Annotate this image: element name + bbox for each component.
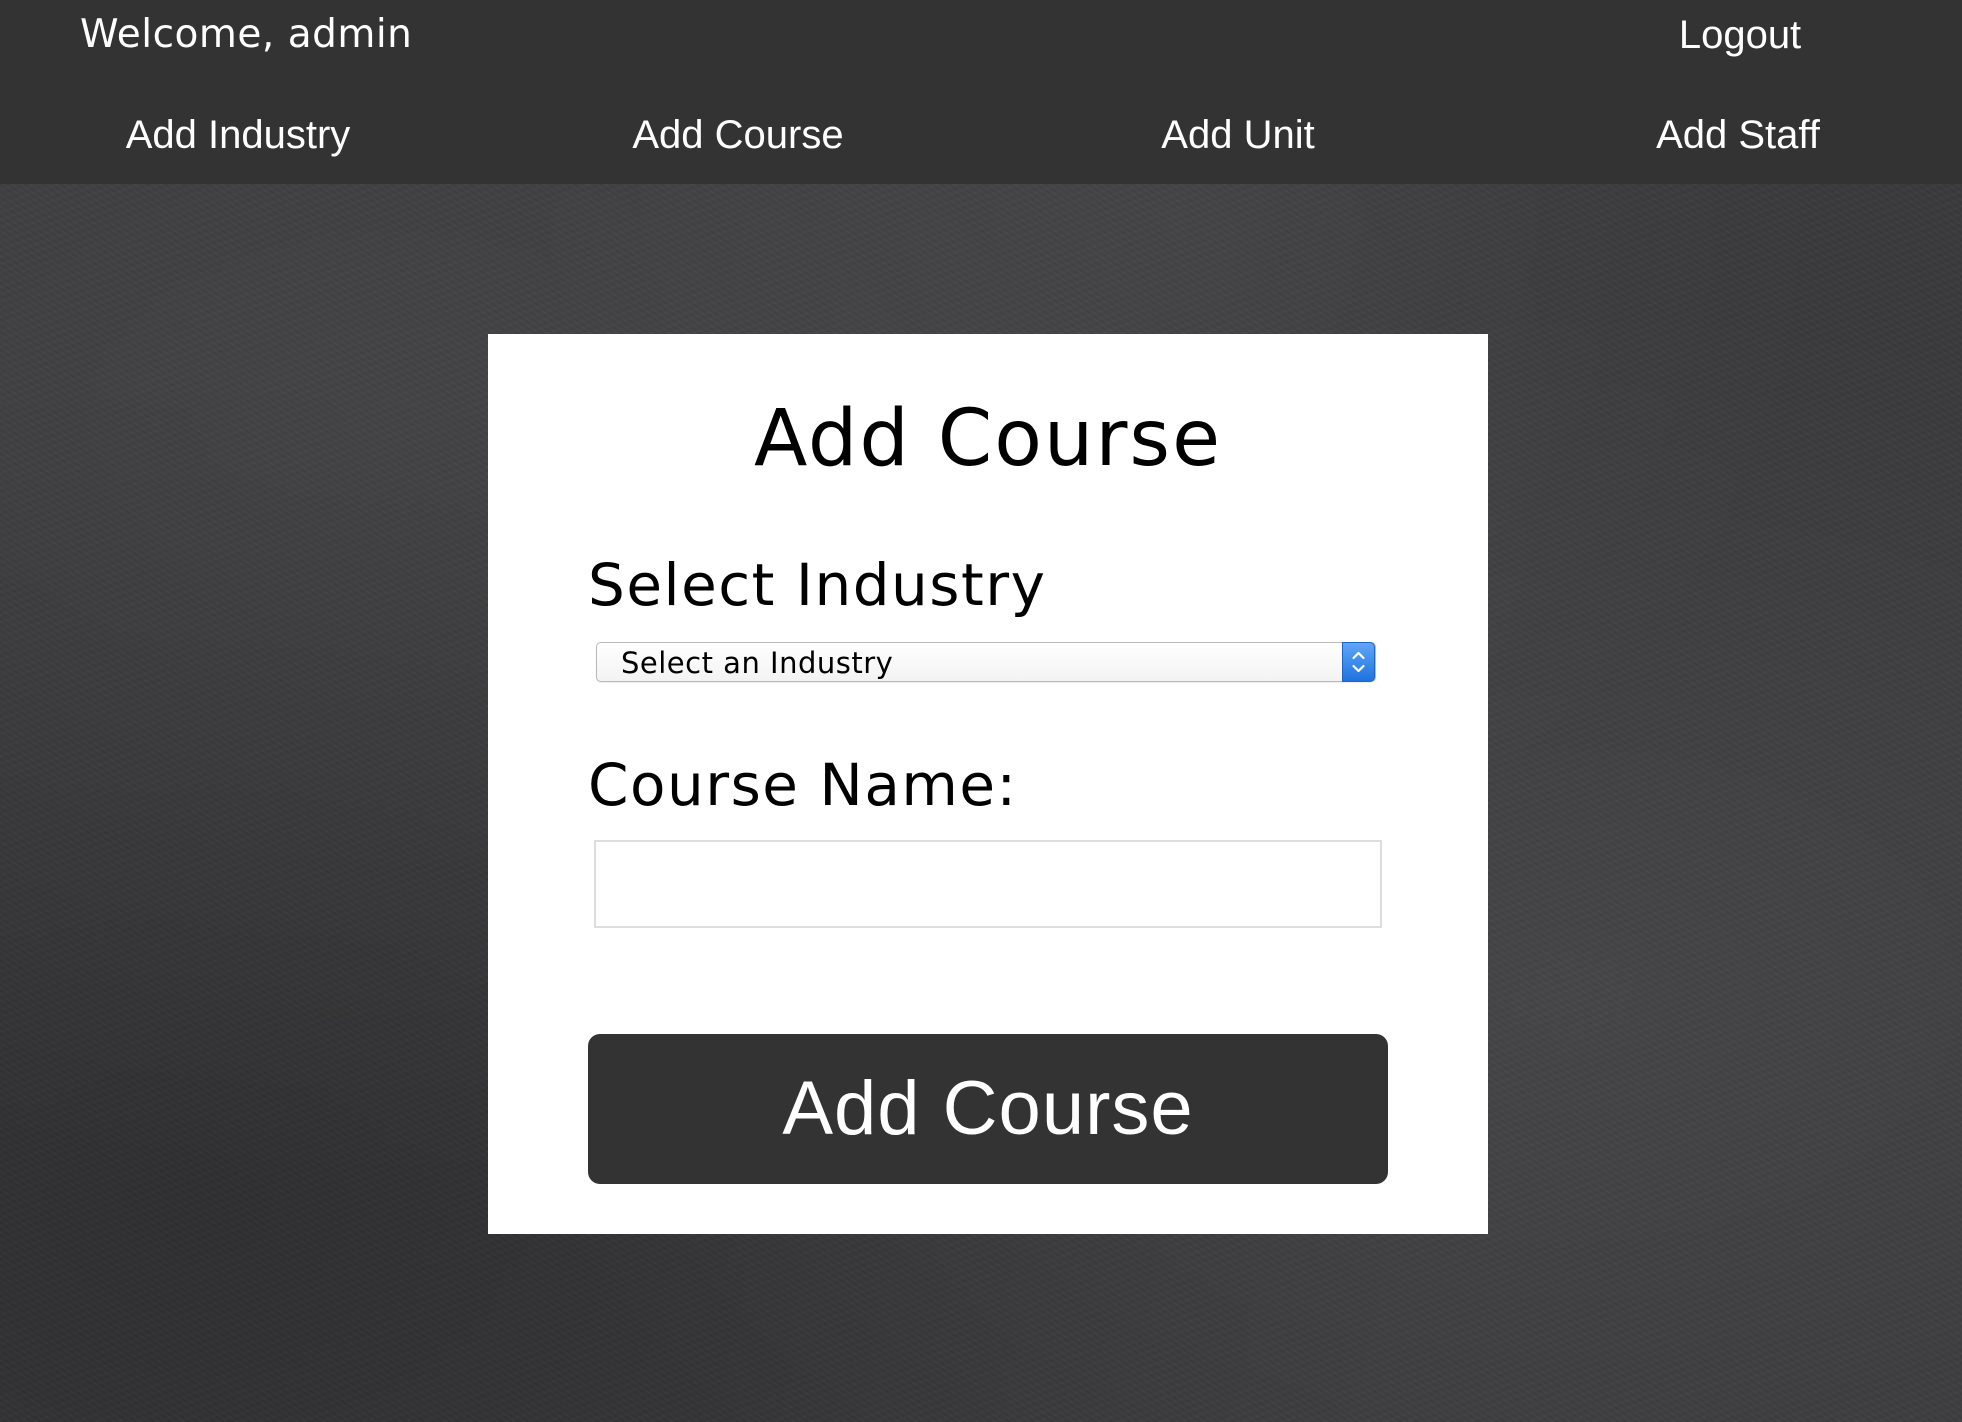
up-down-chevron-icon xyxy=(1342,642,1375,682)
nav-add-industry[interactable]: Add Industry xyxy=(58,108,418,162)
page-title: Add Course xyxy=(753,394,1223,484)
course-name-label: Course Name: xyxy=(588,751,1018,819)
select-industry-label: Select Industry xyxy=(588,551,1047,619)
nav-add-course[interactable]: Add Course xyxy=(558,108,918,162)
industry-select[interactable]: Select an Industry xyxy=(596,642,1376,682)
industry-select-value: Select an Industry xyxy=(621,646,894,680)
top-navigation-bar: Welcome, admin Logout Add Industry Add C… xyxy=(0,0,1962,184)
course-name-input[interactable] xyxy=(594,840,1382,928)
logout-link[interactable]: Logout xyxy=(1640,8,1840,62)
nav-add-staff[interactable]: Add Staff xyxy=(1558,108,1918,162)
add-course-button[interactable]: Add Course xyxy=(588,1034,1388,1184)
welcome-message: Welcome, admin xyxy=(80,12,413,57)
add-course-form-card: Add Course Select Industry Select an Ind… xyxy=(488,334,1488,1234)
nav-add-unit[interactable]: Add Unit xyxy=(1058,108,1418,162)
